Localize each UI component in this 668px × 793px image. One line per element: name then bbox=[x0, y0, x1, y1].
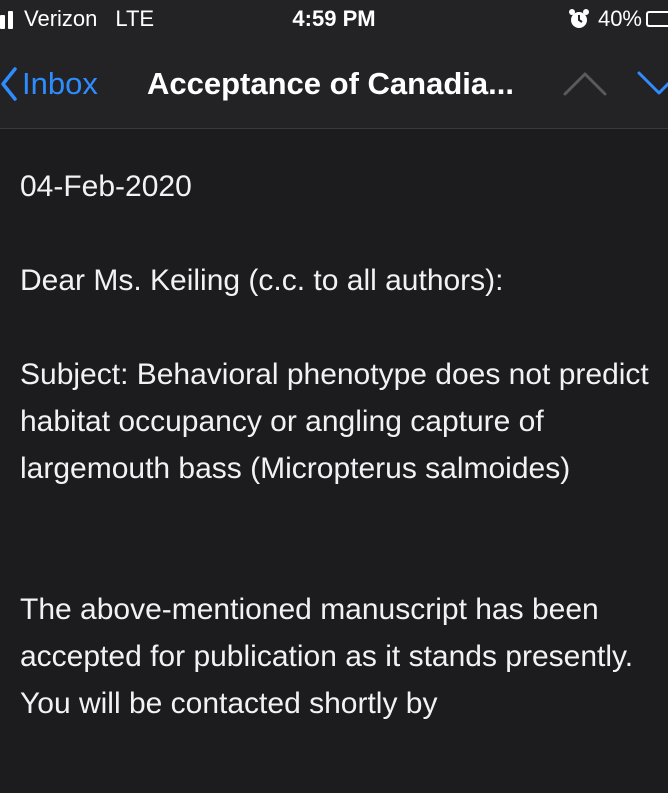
email-paragraph: The above-mentioned manuscript has been … bbox=[20, 593, 634, 720]
next-message-icon[interactable] bbox=[636, 68, 668, 98]
back-button-label: Inbox bbox=[22, 66, 98, 101]
email-date: 04-Feb-2020 bbox=[20, 170, 192, 203]
status-right: 40% bbox=[568, 6, 668, 32]
email-body: 04-Feb-2020 Dear Ms. Keiling (c.c. to al… bbox=[20, 129, 668, 727]
chevron-left-icon bbox=[1, 67, 17, 101]
status-bar: Verizon LTE 4:59 PM 40% bbox=[0, 0, 668, 40]
email-greeting: Dear Ms. Keiling (c.c. to all authors): bbox=[20, 264, 504, 297]
alarm-icon bbox=[568, 9, 589, 28]
email-subject: Subject: Behavioral phenotype does not p… bbox=[20, 358, 649, 485]
previous-message-icon[interactable] bbox=[562, 68, 608, 98]
back-to-inbox-button[interactable]: Inbox bbox=[0, 40, 98, 128]
battery-percent: 40% bbox=[597, 6, 642, 31]
battery-icon bbox=[646, 11, 668, 27]
email-title: Acceptance of Canadia... bbox=[147, 66, 514, 101]
navigation-bar: Inbox Acceptance of Canadia... bbox=[0, 40, 668, 129]
